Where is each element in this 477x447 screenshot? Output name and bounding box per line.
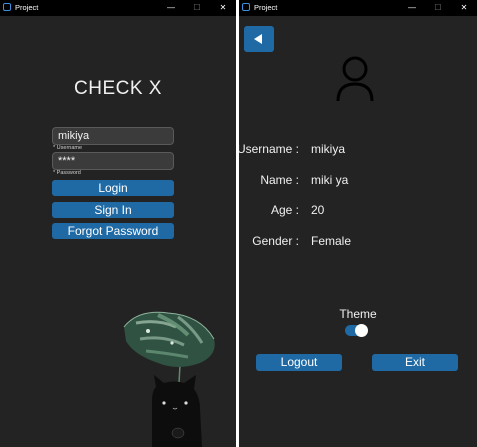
toggle-knob <box>355 324 368 337</box>
minimize-button[interactable]: — <box>405 1 419 14</box>
gender-label: Gender : <box>252 234 299 248</box>
title-bar[interactable]: Project — ☐ ✕ <box>0 0 236 16</box>
sign-in-button[interactable]: Sign In <box>52 202 174 218</box>
password-input[interactable]: **** <box>52 152 174 170</box>
exit-button[interactable]: Exit <box>372 354 458 371</box>
forgot-password-button[interactable]: Forgot Password <box>52 223 174 239</box>
theme-toggle[interactable] <box>345 324 368 337</box>
close-button[interactable]: ✕ <box>216 1 230 14</box>
window-title: Project <box>254 3 278 12</box>
cat-leaf-illustration <box>123 311 215 447</box>
login-button[interactable]: Login <box>52 180 174 196</box>
gender-value: Female <box>311 234 352 248</box>
triangle-left-icon <box>254 34 262 44</box>
username-label: Username : <box>239 142 299 156</box>
app-icon <box>242 3 250 11</box>
age-value: 20 <box>311 203 325 217</box>
title-bar[interactable]: Project — ☐ ✕ <box>239 0 477 16</box>
user-icon <box>335 55 375 108</box>
maximize-button[interactable]: ☐ <box>431 1 445 14</box>
login-window: Project — ☐ ✕ CHECK X mikiya * Username … <box>0 0 236 447</box>
username-hint: * Username <box>53 145 83 151</box>
maximize-button[interactable]: ☐ <box>190 1 204 14</box>
app-brand-title: CHECK X <box>74 78 162 99</box>
logout-button[interactable]: Logout <box>256 354 342 371</box>
name-value: miki ya <box>311 173 349 187</box>
window-title: Project <box>15 3 39 12</box>
close-button[interactable]: ✕ <box>457 1 471 14</box>
profile-window: Project — ☐ ✕ Username : mikiya Name : m… <box>239 0 477 447</box>
username-input[interactable]: mikiya <box>52 127 174 145</box>
username-value: mikiya <box>311 142 346 156</box>
password-hint: * Password <box>53 170 81 176</box>
app-icon <box>3 3 11 11</box>
age-label: Age : <box>270 203 299 217</box>
minimize-button[interactable]: — <box>164 1 178 14</box>
theme-label: Theme <box>339 307 377 321</box>
back-button[interactable] <box>244 26 274 52</box>
name-label: Name : <box>260 173 299 187</box>
